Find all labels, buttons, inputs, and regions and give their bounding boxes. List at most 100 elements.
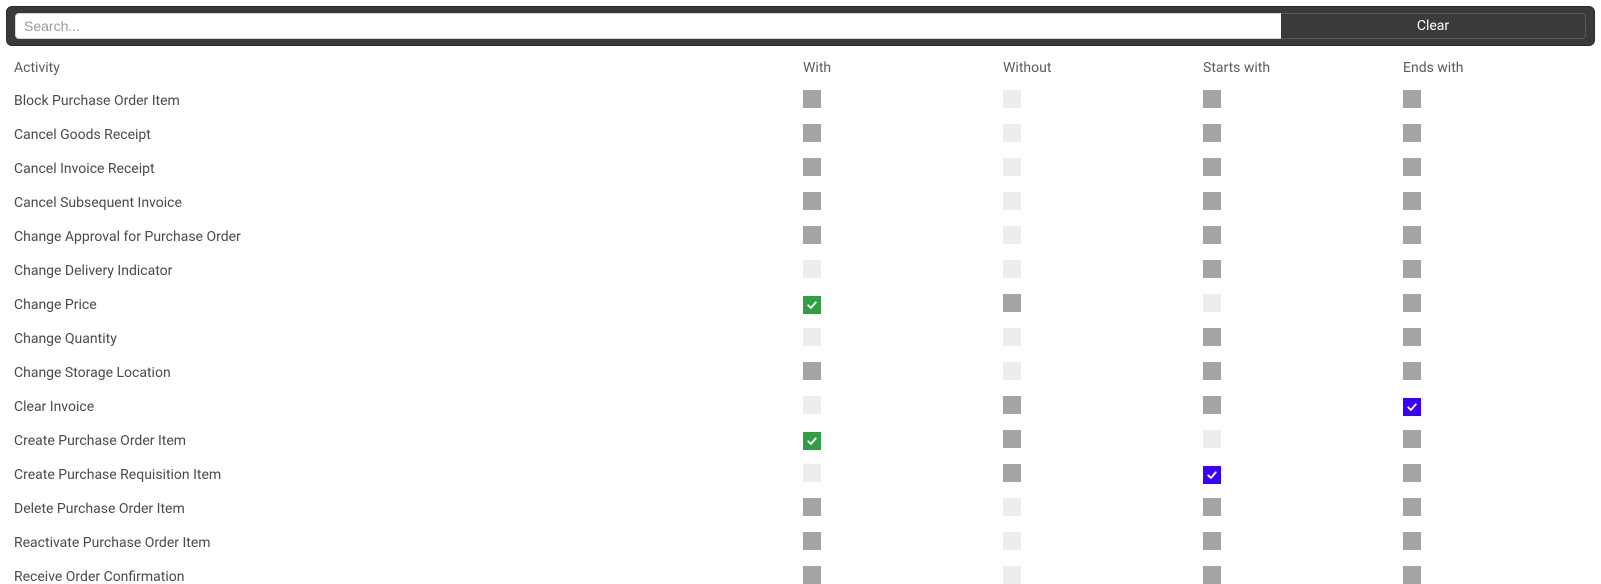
checkbox-with[interactable] (803, 396, 821, 414)
checkbox-starts[interactable] (1203, 328, 1221, 346)
cell-with (795, 560, 995, 584)
content-scroll[interactable]: Activity With Without Starts with Ends w… (0, 52, 1601, 584)
cell-without (995, 186, 1195, 220)
cell-without (995, 118, 1195, 152)
checkbox-ends[interactable] (1403, 260, 1421, 278)
checkbox-starts[interactable] (1203, 566, 1221, 584)
checkbox-without[interactable] (1003, 430, 1021, 448)
checkbox-starts[interactable] (1203, 260, 1221, 278)
checkbox-without[interactable] (1003, 226, 1021, 244)
checkbox-with[interactable] (803, 124, 821, 142)
checkbox-starts[interactable] (1203, 498, 1221, 516)
checkbox-starts[interactable] (1203, 90, 1221, 108)
activity-name: Delete Purchase Order Item (6, 492, 795, 526)
clear-button[interactable]: Clear (1281, 13, 1586, 39)
search-input[interactable] (15, 13, 1281, 39)
checkbox-without[interactable] (1003, 90, 1021, 108)
checkbox-without[interactable] (1003, 566, 1021, 584)
table-row: Change Quantity (6, 322, 1595, 356)
checkbox-ends[interactable] (1403, 464, 1421, 482)
checkbox-with[interactable] (803, 296, 821, 314)
cell-with (795, 322, 995, 356)
activity-name: Change Delivery Indicator (6, 254, 795, 288)
checkbox-without[interactable] (1003, 396, 1021, 414)
table-row: Change Approval for Purchase Order (6, 220, 1595, 254)
checkbox-with[interactable] (803, 328, 821, 346)
checkbox-without[interactable] (1003, 158, 1021, 176)
checkbox-ends[interactable] (1403, 498, 1421, 516)
table-row: Clear Invoice (6, 390, 1595, 424)
checkbox-with[interactable] (803, 90, 821, 108)
checkbox-without[interactable] (1003, 260, 1021, 278)
cell-ends (1395, 288, 1595, 322)
checkbox-without[interactable] (1003, 464, 1021, 482)
checkbox-without[interactable] (1003, 124, 1021, 142)
cell-ends (1395, 254, 1595, 288)
checkbox-ends[interactable] (1403, 226, 1421, 244)
checkbox-ends[interactable] (1403, 90, 1421, 108)
checkbox-ends[interactable] (1403, 430, 1421, 448)
checkbox-ends[interactable] (1403, 124, 1421, 142)
cell-with (795, 424, 995, 458)
checkbox-with[interactable] (803, 532, 821, 550)
cell-starts (1195, 254, 1395, 288)
activity-name: Create Purchase Requisition Item (6, 458, 795, 492)
checkbox-ends[interactable] (1403, 398, 1421, 416)
checkbox-without[interactable] (1003, 532, 1021, 550)
checkbox-with[interactable] (803, 498, 821, 516)
table-row: Receive Order Confirmation (6, 560, 1595, 584)
checkbox-without[interactable] (1003, 192, 1021, 210)
checkbox-ends[interactable] (1403, 294, 1421, 312)
cell-without (995, 526, 1195, 560)
checkbox-ends[interactable] (1403, 362, 1421, 380)
checkbox-without[interactable] (1003, 362, 1021, 380)
checkbox-starts[interactable] (1203, 294, 1221, 312)
activity-name: Change Approval for Purchase Order (6, 220, 795, 254)
checkbox-starts[interactable] (1203, 124, 1221, 142)
checkbox-starts[interactable] (1203, 158, 1221, 176)
checkbox-ends[interactable] (1403, 328, 1421, 346)
table-row: Create Purchase Requisition Item (6, 458, 1595, 492)
cell-without (995, 424, 1195, 458)
checkbox-without[interactable] (1003, 328, 1021, 346)
activity-name: Create Purchase Order Item (6, 424, 795, 458)
checkbox-starts[interactable] (1203, 362, 1221, 380)
cell-ends (1395, 492, 1595, 526)
checkbox-starts[interactable] (1203, 430, 1221, 448)
checkbox-starts[interactable] (1203, 466, 1221, 484)
checkbox-with[interactable] (803, 260, 821, 278)
checkbox-ends[interactable] (1403, 566, 1421, 584)
col-header-with: With (795, 52, 995, 84)
table-row: Change Price (6, 288, 1595, 322)
checkbox-ends[interactable] (1403, 192, 1421, 210)
checkbox-without[interactable] (1003, 294, 1021, 312)
checkbox-with[interactable] (803, 362, 821, 380)
checkbox-starts[interactable] (1203, 226, 1221, 244)
activity-name: Change Price (6, 288, 795, 322)
checkbox-with[interactable] (803, 192, 821, 210)
cell-ends (1395, 560, 1595, 584)
table-row: Reactivate Purchase Order Item (6, 526, 1595, 560)
cell-ends (1395, 424, 1595, 458)
table-row: Create Purchase Order Item (6, 424, 1595, 458)
checkbox-with[interactable] (803, 464, 821, 482)
checkbox-with[interactable] (803, 226, 821, 244)
cell-without (995, 288, 1195, 322)
cell-ends (1395, 152, 1595, 186)
checkbox-with[interactable] (803, 158, 821, 176)
checkbox-ends[interactable] (1403, 158, 1421, 176)
activity-name: Cancel Goods Receipt (6, 118, 795, 152)
checkbox-starts[interactable] (1203, 532, 1221, 550)
checkbox-starts[interactable] (1203, 396, 1221, 414)
cell-ends (1395, 186, 1595, 220)
checkbox-with[interactable] (803, 566, 821, 584)
table-row: Block Purchase Order Item (6, 84, 1595, 118)
checkbox-without[interactable] (1003, 498, 1021, 516)
activity-name: Clear Invoice (6, 390, 795, 424)
table-header-row: Activity With Without Starts with Ends w… (6, 52, 1595, 84)
checkbox-with[interactable] (803, 432, 821, 450)
checkbox-starts[interactable] (1203, 192, 1221, 210)
checkbox-ends[interactable] (1403, 532, 1421, 550)
cell-without (995, 152, 1195, 186)
activity-name: Receive Order Confirmation (6, 560, 795, 584)
